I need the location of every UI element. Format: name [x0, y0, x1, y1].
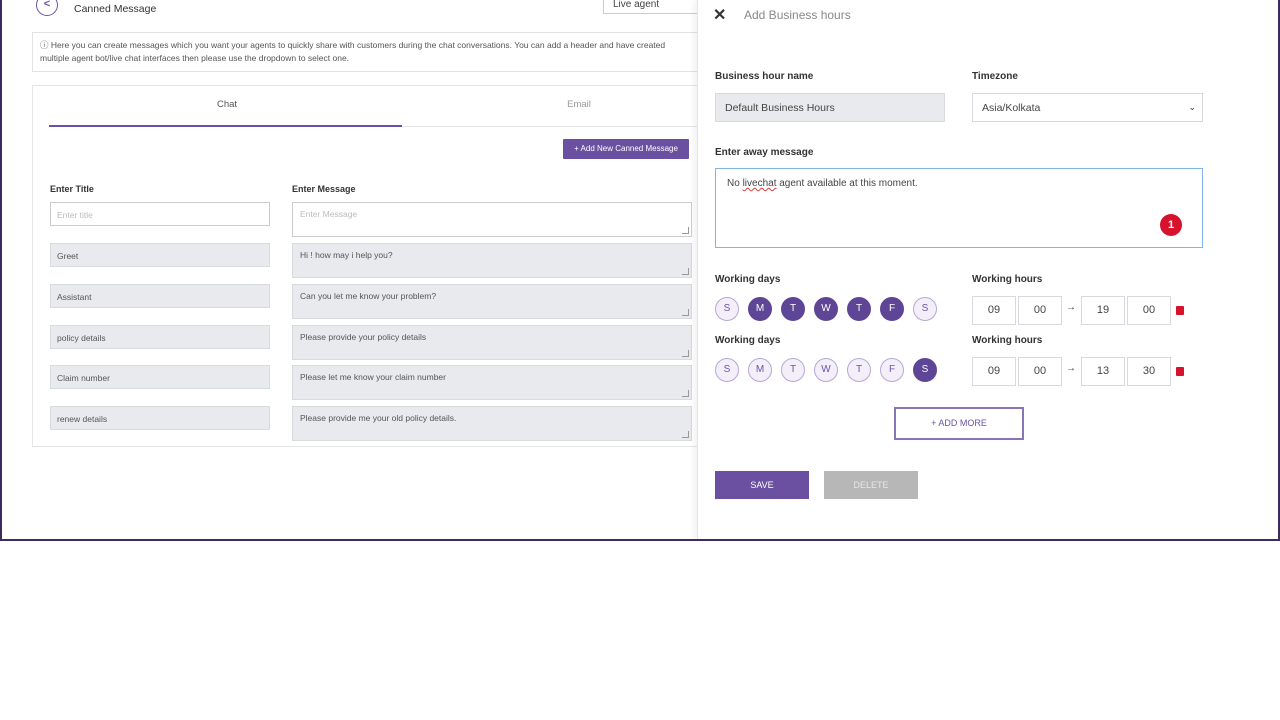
- delete-button[interactable]: DELETE: [824, 471, 918, 499]
- row-title[interactable]: Assistant: [50, 284, 270, 308]
- row-title[interactable]: policy details: [50, 325, 270, 349]
- tab-chat[interactable]: Chat: [177, 99, 277, 110]
- row-message[interactable]: Please let me know your claim number: [292, 365, 692, 400]
- chevron-down-icon: ⌄: [1188, 102, 1196, 112]
- circle-chevron-left-icon[interactable]: <: [36, 0, 58, 16]
- row-message[interactable]: Can you let me know your problem?: [292, 284, 692, 319]
- agent-select[interactable]: Live agent: [603, 0, 703, 14]
- row-message[interactable]: Please provide your policy details: [292, 325, 692, 360]
- away-text-post: agent available at this moment.: [776, 178, 918, 189]
- business-hour-name-input[interactable]: Default Business Hours: [715, 93, 945, 122]
- business-hour-name-label: Business hour name: [715, 71, 814, 82]
- end-hour-input[interactable]: 19: [1081, 296, 1125, 325]
- row-message[interactable]: Please provide me your old policy detail…: [292, 406, 692, 441]
- add-more-button[interactable]: + ADD MORE: [894, 407, 1024, 440]
- app-frame: < Canned Message Live agent ⓘ Here you c…: [0, 0, 1280, 541]
- working-days-label: Working days: [715, 274, 781, 285]
- trash-icon[interactable]: [1176, 367, 1184, 376]
- day-toggle[interactable]: M: [748, 297, 772, 321]
- title-input[interactable]: Enter title: [50, 202, 270, 226]
- timezone-select[interactable]: Asia/Kolkata ⌄: [972, 93, 1203, 122]
- day-toggle[interactable]: S: [913, 297, 937, 321]
- timezone-value: Asia/Kolkata: [982, 102, 1041, 114]
- message-column-label: Enter Message: [292, 184, 356, 194]
- active-tab-indicator: [49, 125, 402, 127]
- day-toggle[interactable]: F: [880, 297, 904, 321]
- start-minute-input[interactable]: 00: [1018, 296, 1062, 325]
- working-days-label: Working days: [715, 335, 781, 346]
- day-toggle[interactable]: T: [847, 297, 871, 321]
- end-hour-input[interactable]: 13: [1081, 357, 1125, 386]
- away-message-label: Enter away message: [715, 147, 814, 158]
- day-toggle[interactable]: S: [715, 297, 739, 321]
- row-title[interactable]: Claim number: [50, 365, 270, 389]
- save-button[interactable]: SAVE: [715, 471, 809, 499]
- end-minute-input[interactable]: 30: [1127, 357, 1171, 386]
- add-canned-message-button[interactable]: + Add New Canned Message: [563, 139, 689, 159]
- working-hours-label: Working hours: [972, 274, 1043, 285]
- notification-badge: 1: [1160, 214, 1182, 236]
- info-text: ⓘ Here you can create messages which you…: [32, 32, 700, 72]
- day-toggle[interactable]: F: [880, 358, 904, 382]
- day-toggle[interactable]: T: [847, 358, 871, 382]
- canned-card: Chat Email + Add New Canned Message Ente…: [32, 85, 701, 447]
- trash-icon[interactable]: [1176, 306, 1184, 315]
- message-input[interactable]: Enter Message: [292, 202, 692, 237]
- misspelled-word: livechat: [742, 178, 777, 189]
- page-title: Canned Message: [74, 3, 157, 15]
- title-column-label: Enter Title: [50, 184, 94, 194]
- day-toggle[interactable]: W: [814, 358, 838, 382]
- row-title[interactable]: renew details: [50, 406, 270, 430]
- tab-email[interactable]: Email: [529, 99, 629, 110]
- row-title[interactable]: Greet: [50, 243, 270, 267]
- panel-title: Add Business hours: [744, 8, 851, 22]
- day-toggle[interactable]: S: [715, 358, 739, 382]
- working-hours-label: Working hours: [972, 335, 1043, 346]
- day-toggle[interactable]: T: [781, 297, 805, 321]
- start-hour-input[interactable]: 09: [972, 357, 1016, 386]
- tabs: Chat Email: [49, 92, 701, 127]
- timezone-label: Timezone: [972, 71, 1018, 82]
- business-hours-panel: ✕ Add Business hours Business hour name …: [697, 0, 1278, 539]
- arrow-right-icon: →: [1066, 363, 1076, 374]
- away-text-pre: No: [727, 178, 743, 189]
- page-header: < Canned Message Live agent: [32, 0, 703, 18]
- day-toggle[interactable]: M: [748, 358, 772, 382]
- day-toggle[interactable]: W: [814, 297, 838, 321]
- away-message-textarea[interactable]: No livechat agent available at this mome…: [715, 168, 1203, 248]
- start-minute-input[interactable]: 00: [1018, 357, 1062, 386]
- day-toggle[interactable]: S: [913, 358, 937, 382]
- end-minute-input[interactable]: 00: [1127, 296, 1171, 325]
- row-message[interactable]: Hi ! how may i help you?: [292, 243, 692, 278]
- arrow-right-icon: →: [1066, 302, 1076, 313]
- close-x-icon[interactable]: ✕: [713, 8, 729, 24]
- day-toggle[interactable]: T: [781, 358, 805, 382]
- start-hour-input[interactable]: 09: [972, 296, 1016, 325]
